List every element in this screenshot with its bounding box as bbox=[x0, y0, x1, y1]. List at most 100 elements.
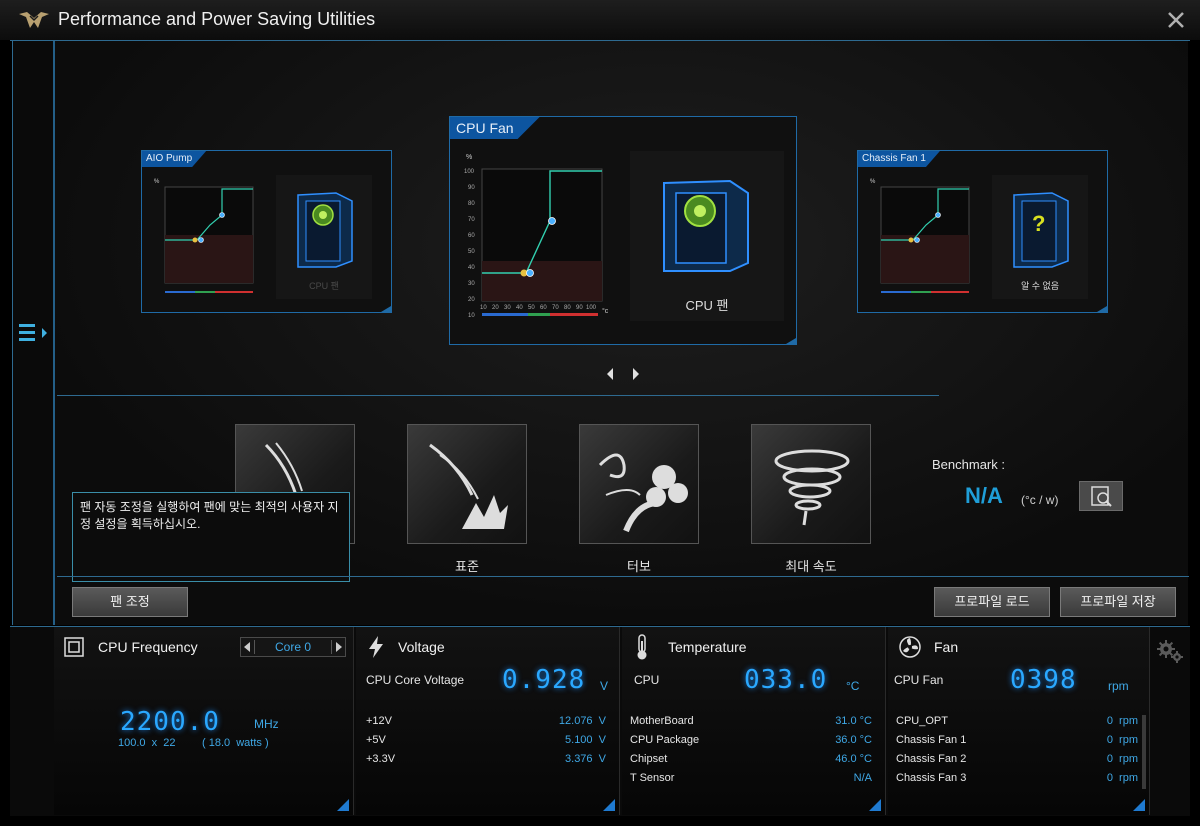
core-selector[interactable]: Core 0 bbox=[240, 637, 346, 657]
svg-text:%: % bbox=[870, 179, 876, 185]
thermometer-icon bbox=[637, 634, 647, 660]
mode-full-speed-button[interactable] bbox=[751, 424, 871, 544]
fan-xpert-main: AIO Pump % CPU 팬 CPU Fan % 100 90 80 70 … bbox=[12, 41, 1189, 625]
temperature-panel: Temperature CPU 033.0 °C MotherBoard 31.… bbox=[622, 627, 886, 815]
mode-standard-label: 표준 bbox=[455, 559, 479, 574]
benchmark-unit: (°c / w) bbox=[1021, 493, 1059, 507]
temperature-main-unit: °C bbox=[846, 679, 860, 693]
mode-turbo-button[interactable] bbox=[579, 424, 699, 544]
close-icon[interactable] bbox=[1164, 8, 1188, 32]
svg-text:60: 60 bbox=[540, 305, 547, 311]
svg-text:10: 10 bbox=[480, 305, 487, 311]
voltage-panel: Voltage CPU Core Voltage 0.928 V +12V 12… bbox=[356, 627, 620, 815]
benchmark-label: Benchmark : bbox=[932, 457, 1005, 472]
voltage-row-value: 3.376 V bbox=[565, 753, 606, 765]
voltage-main-label: CPU Core Voltage bbox=[366, 673, 465, 687]
fan-tuning-tooltip: 팬 자동 조정을 실행하여 팬에 맞는 최적의 사용자 지정 설정을 획득하십시… bbox=[72, 492, 350, 582]
svg-text:?: ? bbox=[1032, 211, 1045, 236]
lightning-icon bbox=[369, 636, 383, 658]
benchmark-search-button[interactable] bbox=[1079, 481, 1123, 511]
panel-title: Fan bbox=[934, 639, 959, 655]
fan-row-value: 0 rpm bbox=[1106, 715, 1138, 727]
fan-row-label: Chassis Fan 3 bbox=[896, 772, 967, 784]
svg-text:40: 40 bbox=[468, 265, 475, 271]
arrow-right-icon[interactable] bbox=[631, 367, 641, 381]
temperature-row-label: Chipset bbox=[630, 753, 668, 765]
fan-main-unit: rpm bbox=[1108, 679, 1129, 693]
fan-card-aio-pump[interactable]: AIO Pump % CPU 팬 bbox=[141, 150, 392, 313]
fan-curve-chart: % bbox=[154, 179, 254, 293]
fan-icon bbox=[899, 636, 921, 658]
fan-row-value: 0 rpm bbox=[1106, 753, 1138, 765]
svg-text:10: 10 bbox=[468, 313, 475, 319]
card-navigation bbox=[603, 367, 649, 381]
fan-row-label: Chassis Fan 1 bbox=[896, 734, 967, 746]
panel-title: Temperature bbox=[668, 639, 747, 655]
panel-corner bbox=[1133, 799, 1145, 811]
menu-expand-icon[interactable] bbox=[16, 321, 50, 345]
svg-text:20: 20 bbox=[492, 305, 499, 311]
cpu-frequency-value: 2200.0 bbox=[120, 707, 220, 737]
gear-icon[interactable] bbox=[1156, 637, 1184, 665]
svg-text:90: 90 bbox=[576, 305, 583, 311]
svg-text:90: 90 bbox=[468, 185, 475, 191]
sidebar-strip bbox=[13, 41, 55, 625]
temperature-row-value: 36.0 °C bbox=[835, 734, 872, 746]
cpu-chip-icon bbox=[64, 637, 84, 657]
fan-thumbnail: CPU 팬 bbox=[276, 175, 372, 299]
temperature-row-label: MotherBoard bbox=[630, 715, 694, 727]
fan-card-chassis-fan-1[interactable]: Chassis Fan 1 % ? 알 수 없음 bbox=[857, 150, 1108, 313]
fan-curve-chart: % bbox=[870, 179, 970, 293]
core-selector-value: Core 0 bbox=[274, 640, 312, 654]
temperature-row-value: N/A bbox=[853, 772, 872, 784]
fan-row-value: 0 rpm bbox=[1106, 734, 1138, 746]
fan-panel: Fan CPU Fan 0398 rpm CPU_OPT 0 rpm Chass… bbox=[888, 627, 1150, 815]
fan-card-cpu-fan[interactable]: CPU Fan % 100 90 80 70 60 50 40 30 20 10 10 20 30… bbox=[449, 116, 797, 345]
fan-card-title: CPU Fan bbox=[450, 117, 540, 139]
section-divider bbox=[57, 395, 939, 396]
core-next-icon[interactable] bbox=[336, 642, 342, 652]
card-corner bbox=[381, 306, 391, 312]
svg-text:20: 20 bbox=[468, 297, 475, 303]
panel-corner bbox=[869, 799, 881, 811]
temperature-main-value: 033.0 bbox=[744, 665, 828, 695]
panel-title: Voltage bbox=[398, 639, 445, 655]
arrow-left-icon[interactable] bbox=[605, 367, 615, 381]
panel-corner bbox=[337, 799, 349, 811]
svg-text:100: 100 bbox=[586, 305, 597, 311]
temperature-main-label: CPU bbox=[634, 673, 660, 687]
voltage-row-label: +5V bbox=[366, 734, 386, 746]
fan-tuning-button[interactable]: 팬 조정 bbox=[72, 587, 188, 617]
save-profile-button[interactable]: 프로파일 저장 bbox=[1060, 587, 1176, 617]
svg-text:50: 50 bbox=[468, 249, 475, 255]
mode-full-speed-label: 최대 속도 bbox=[785, 559, 837, 574]
bottom-divider bbox=[57, 576, 1189, 577]
fan-thumbnail: CPU 팬 bbox=[630, 151, 784, 321]
tuf-logo-icon bbox=[19, 12, 49, 28]
window-title: Performance and Power Saving Utilities bbox=[58, 9, 376, 29]
load-profile-button[interactable]: 프로파일 로드 bbox=[934, 587, 1050, 617]
svg-text:50: 50 bbox=[528, 305, 535, 311]
fan-list-scrollbar[interactable] bbox=[1142, 715, 1146, 789]
card-corner bbox=[1097, 306, 1107, 312]
title-bar: Performance and Power Saving Utilities bbox=[0, 0, 1200, 40]
fan-main-label: CPU Fan bbox=[894, 673, 944, 687]
fan-curve-chart: % 100908070 60504030 2010 bbox=[464, 154, 603, 319]
svg-text:°c: °c bbox=[602, 307, 608, 315]
voltage-row-value: 5.100 V bbox=[565, 734, 606, 746]
mode-turbo-label: 터보 bbox=[627, 559, 651, 574]
svg-text:30: 30 bbox=[468, 281, 475, 287]
svg-text:80: 80 bbox=[564, 305, 571, 311]
svg-text:30: 30 bbox=[504, 305, 511, 311]
mode-standard-button[interactable] bbox=[407, 424, 527, 544]
fan-row-value: 0 rpm bbox=[1106, 772, 1138, 784]
voltage-main-value: 0.928 bbox=[502, 665, 586, 695]
voltage-row-label: +12V bbox=[366, 715, 392, 727]
svg-text:%: % bbox=[154, 179, 160, 185]
svg-text:70: 70 bbox=[468, 217, 475, 223]
svg-text:60: 60 bbox=[468, 233, 475, 239]
fan-device-label: 알 수 없음 bbox=[1020, 281, 1060, 291]
cpu-frequency-unit: MHz bbox=[254, 717, 279, 731]
svg-text:%: % bbox=[466, 154, 472, 161]
benchmark-value: N/A bbox=[965, 483, 1003, 508]
